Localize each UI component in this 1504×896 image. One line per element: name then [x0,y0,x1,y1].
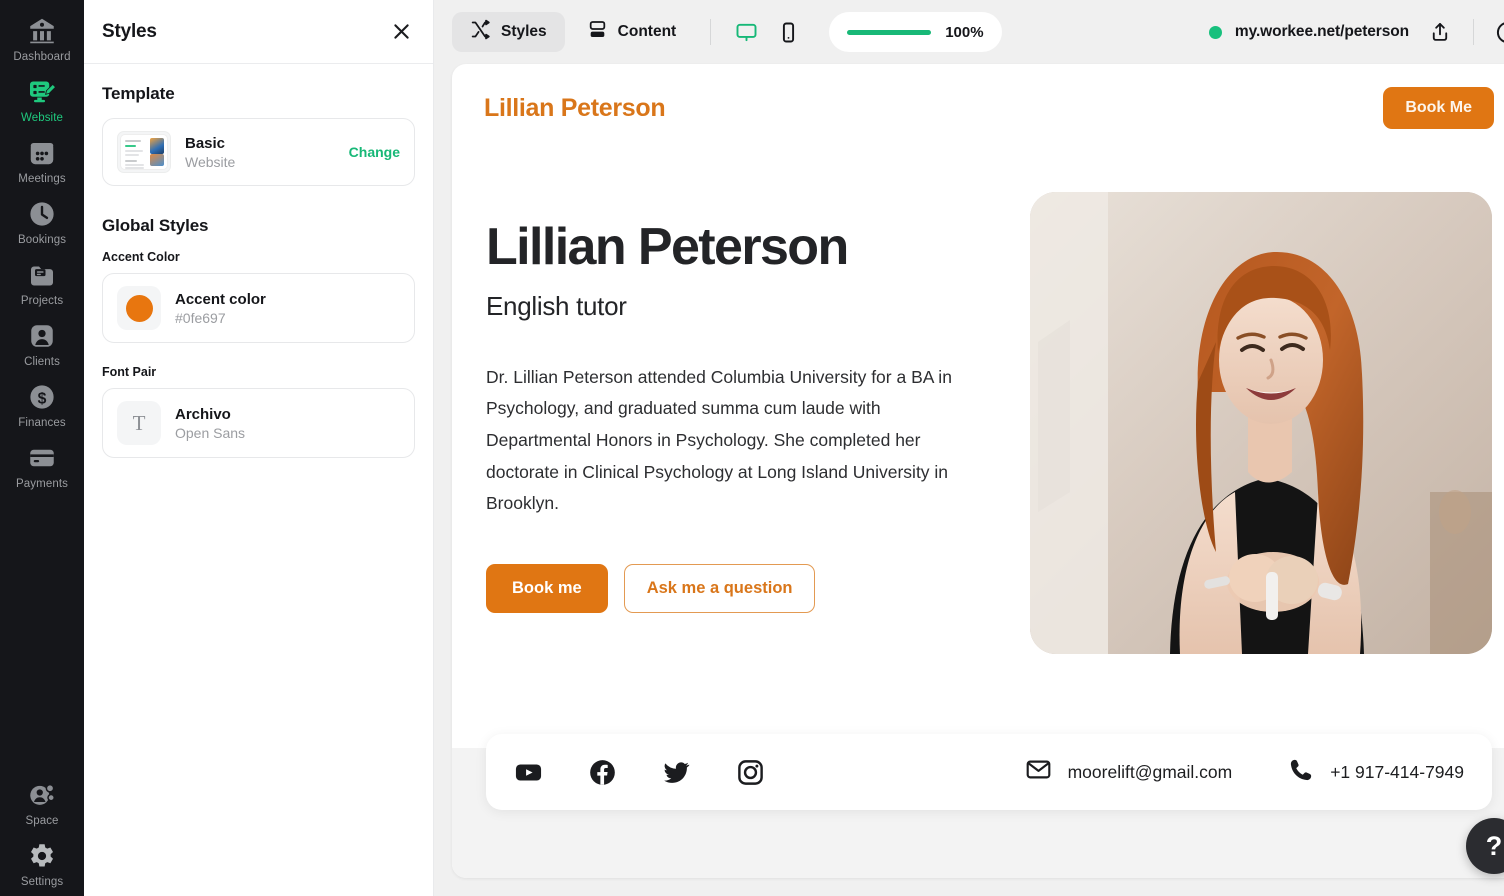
hero-section: Lillian Peterson English tutor Dr. Lilli… [452,152,1504,654]
space-people-icon [27,780,57,810]
sidebar-item-dashboard[interactable]: Dashboard [0,8,84,69]
sidebar-item-label: Meetings [18,173,66,185]
font-glyph: T [132,410,146,435]
mobile-icon[interactable] [769,13,807,51]
footer-email-text: moorelift@gmail.com [1067,761,1233,782]
dashboard-icon [27,16,57,46]
template-subtitle: Website [185,153,236,170]
close-icon[interactable] [387,18,415,46]
tab-label: Styles [501,23,547,40]
template-card[interactable]: Basic Website Change [102,118,415,186]
youtube-icon[interactable] [514,758,543,787]
footer-phone-text: +1 917-414-7949 [1330,761,1464,782]
mail-icon [1025,756,1052,788]
site-brand: Lillian Peterson [484,93,666,122]
instagram-icon[interactable] [736,758,765,787]
footer-phone[interactable]: +1 917-414-7949 [1288,757,1464,788]
help-circle-icon[interactable] [1488,13,1504,51]
header-book-me-button[interactable]: Book Me [1383,87,1494,129]
accent-color-label: Accent Color [102,250,180,264]
sidebar-item-label: Finances [18,417,66,429]
typography-icon: T [117,401,161,445]
main-sidebar: Dashboard Website Meetings Bookings Proj [0,0,84,896]
settings-gear-icon [27,841,57,871]
template-name: Basic [185,134,226,152]
hero-subtitle: English tutor [486,290,627,321]
toolbar-divider [710,19,712,45]
change-template-button[interactable]: Change [349,144,400,160]
website-icon [27,77,57,107]
sidebar-item-label: Dashboard [13,51,71,63]
site-url[interactable]: my.workee.net/peterson [1208,23,1419,41]
svg-text:$: $ [38,390,47,407]
hero-book-me-button[interactable]: Book me [486,563,608,613]
hero-ask-question-button[interactable]: Ask me a question [623,563,816,613]
footer-email[interactable]: moorelift@gmail.com [1025,756,1233,788]
status-dot-icon [1208,25,1222,39]
sidebar-item-clients[interactable]: Clients [0,313,84,374]
styles-panel: Styles Template Basic Website Change Glo… [84,0,434,896]
zoom-slider[interactable] [847,29,932,35]
sidebar-item-payments[interactable]: Payments [0,435,84,496]
sidebar-item-finances[interactable]: $ Finances [0,374,84,435]
bookings-clock-icon [27,199,57,229]
preview-canvas-wrapper: Lillian Peterson Book Me Lillian Peterso… [434,64,1504,896]
meetings-icon [27,138,57,168]
font-pair-label: Font Pair [102,365,157,379]
font-pair-card[interactable]: T Archivo Open Sans [102,388,415,458]
site-preview[interactable]: Lillian Peterson Book Me Lillian Peterso… [452,64,1504,878]
editor-area: Styles Content 100% my.workee.net/peters… [434,0,1504,896]
tab-content[interactable]: Content [569,12,695,52]
accent-color-name: Accent color [175,290,266,308]
site-url-text: my.workee.net/peterson [1234,23,1409,40]
sidebar-item-bookings[interactable]: Bookings [0,191,84,252]
facebook-icon[interactable] [588,758,617,787]
accent-color-value: #0fe697 [175,309,226,326]
accent-color-card[interactable]: Accent color #0fe697 [102,273,415,343]
site-header: Lillian Peterson Book Me [452,64,1504,152]
global-styles-heading: Global Styles [102,216,209,235]
projects-folder-icon [27,260,57,290]
finances-dollar-icon: $ [27,382,57,412]
sidebar-item-meetings[interactable]: Meetings [0,130,84,191]
site-footer: moorelift@gmail.com +1 917-414-7949 [486,734,1492,810]
sidebar-item-label: Clients [24,356,60,368]
sidebar-item-label: Bookings [17,234,67,246]
template-section-heading: Template [102,84,175,103]
font-body-name: Open Sans [175,424,246,441]
sidebar-item-settings[interactable]: Settings [0,833,84,896]
styles-panel-body: Template Basic Website Change Global Sty… [84,64,433,458]
share-icon[interactable] [1421,13,1459,51]
panel-title: Styles [102,20,157,42]
sidebar-item-label: Projects [20,295,64,307]
phone-icon [1288,757,1314,788]
payments-card-icon [27,443,57,473]
hero-body-text: Dr. Lillian Peterson attended Columbia U… [486,366,952,514]
sidebar-item-label: Payments [16,478,68,490]
editor-toolbar: Styles Content 100% my.workee.net/peters… [434,0,1504,64]
template-thumbnail-icon [117,131,171,173]
sidebar-item-space[interactable]: Space [0,772,84,833]
sidebar-item-projects[interactable]: Projects [0,252,84,313]
tab-styles[interactable]: Styles [452,12,565,52]
sidebar-item-label: Website [20,112,64,124]
styles-shuffle-icon [470,19,491,45]
content-layout-icon [587,19,608,45]
tab-label: Content [617,23,677,40]
hero-title: Lillian Peterson [486,218,849,276]
desktop-icon[interactable] [727,13,765,51]
twitter-icon[interactable] [662,758,691,787]
sidebar-item-label: Settings [20,876,64,888]
font-heading-name: Archivo [175,405,231,423]
zoom-value: 100% [945,23,984,41]
sidebar-item-label: Space [25,815,59,827]
hero-portrait-photo [1030,192,1492,654]
styles-panel-header: Styles [84,0,433,64]
sidebar-item-website[interactable]: Website [0,69,84,130]
zoom-control[interactable]: 100% [829,12,1002,52]
toolbar-divider-right [1473,19,1474,45]
color-swatch-icon [117,286,161,330]
clients-person-icon [27,321,57,351]
